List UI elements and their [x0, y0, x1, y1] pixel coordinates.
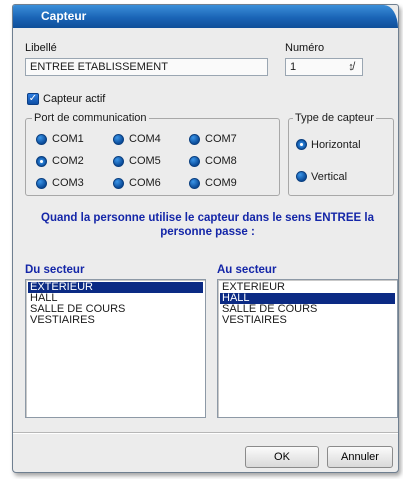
- du-secteur-list[interactable]: EXTERIEUR HALL SALLE DE COURS VESTIAIRES: [25, 279, 206, 418]
- window-title: Capteur: [41, 9, 87, 23]
- radio-com9-label: COM9: [205, 177, 237, 189]
- cancel-button[interactable]: Annuler: [327, 446, 393, 468]
- radio-com2-label: COM2: [52, 155, 84, 167]
- title-bar[interactable]: Capteur: [13, 5, 398, 28]
- radio-com2[interactable]: [36, 156, 47, 167]
- radio-com3-label: COM3: [52, 177, 84, 189]
- radio-com1-label: COM1: [52, 133, 84, 145]
- direction-prompt-line-1: Quand la personne utilise le capteur dan…: [41, 212, 374, 224]
- direction-prompt: Quand la personne utilise le capteur dan…: [21, 211, 394, 239]
- type-group: Type de capteur Horizontal Vertical: [288, 112, 394, 196]
- radio-com5-label: COM5: [129, 155, 161, 167]
- checkmark-icon: ✓: [28, 93, 38, 104]
- au-secteur-label: Au secteur: [217, 264, 277, 276]
- capteur-dialog: Capteur Libellé ENTREE ETABLISSEMENT Num…: [12, 4, 399, 473]
- port-group: Port de communication COM1 COM4 COM7 COM…: [25, 112, 280, 196]
- libelle-input[interactable]: ENTREE ETABLISSEMENT: [25, 58, 268, 76]
- radio-com6[interactable]: [113, 178, 124, 189]
- radio-com7-label: COM7: [205, 133, 237, 145]
- radio-com3[interactable]: [36, 178, 47, 189]
- direction-prompt-line-2: personne passe :: [160, 226, 255, 238]
- ok-button[interactable]: OK: [245, 446, 319, 468]
- numero-label: Numéro: [285, 42, 325, 54]
- radio-com9[interactable]: [189, 178, 200, 189]
- capteur-actif-label: Capteur actif: [43, 93, 106, 105]
- list-item[interactable]: VESTIAIRES: [28, 315, 203, 326]
- list-item[interactable]: VESTIAIRES: [220, 315, 395, 326]
- radio-com6-label: COM6: [129, 177, 161, 189]
- type-group-legend: Type de capteur: [293, 112, 376, 124]
- radio-com8[interactable]: [189, 156, 200, 167]
- radio-com4[interactable]: [113, 134, 124, 145]
- footer-separator: [13, 432, 398, 434]
- au-secteur-list[interactable]: EXTERIEUR HALL SALLE DE COURS VESTIAIRES: [217, 279, 398, 418]
- numero-input[interactable]: 1 ↕̸: [285, 58, 363, 76]
- du-secteur-label: Du secteur: [25, 264, 85, 276]
- port-group-legend: Port de communication: [32, 112, 149, 124]
- radio-vertical-label: Vertical: [311, 171, 348, 183]
- numero-value: 1: [290, 61, 297, 73]
- radio-com5[interactable]: [113, 156, 124, 167]
- capteur-actif-checkbox[interactable]: ✓: [27, 93, 39, 105]
- libelle-label: Libellé: [25, 42, 57, 54]
- radio-com1[interactable]: [36, 134, 47, 145]
- radio-horizontal[interactable]: [296, 139, 307, 150]
- radio-com4-label: COM4: [129, 133, 161, 145]
- radio-horizontal-label: Horizontal: [311, 139, 361, 151]
- radio-com8-label: COM8: [205, 155, 237, 167]
- spinner-arrows-icon[interactable]: ↕̸: [342, 60, 360, 74]
- radio-vertical[interactable]: [296, 171, 307, 182]
- radio-com7[interactable]: [189, 134, 200, 145]
